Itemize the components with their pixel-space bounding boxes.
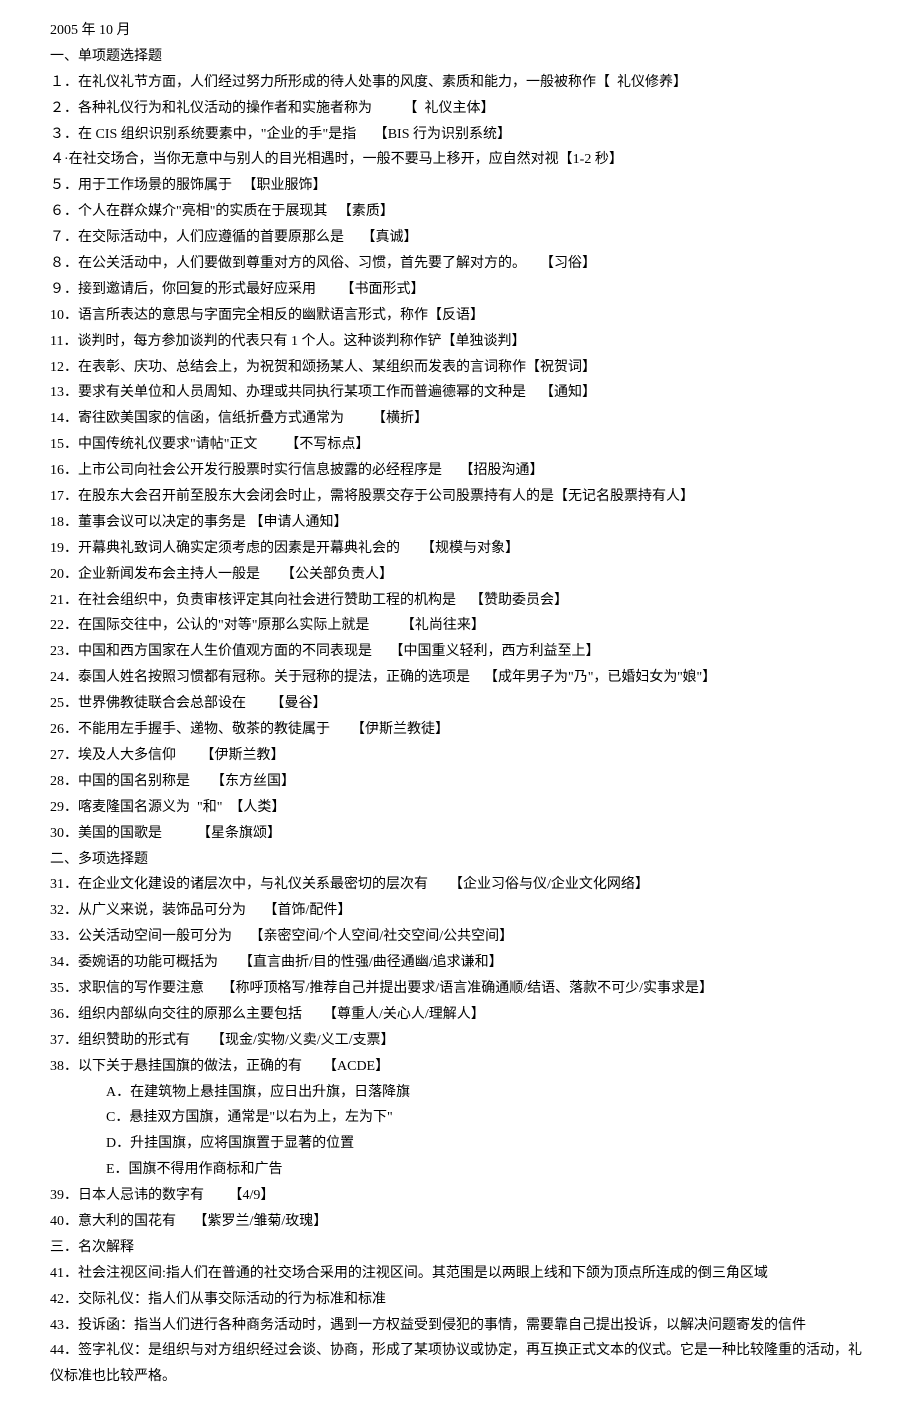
option-item: E．国旗不得用作商标和广告: [50, 1157, 870, 1183]
question-item: 32．从广义来说，装饰品可分为 【首饰/配件】: [50, 898, 870, 924]
explanation-item: 43．投诉函：指当人们进行各种商务活动时，遇到一方权益受到侵犯的事情，需要靠自己…: [50, 1313, 870, 1339]
question-item: ９．接到邀请后，你回复的形式最好应采用 【书面形式】: [50, 277, 870, 303]
question-item: ６．个人在群众媒介"亮相"的实质在于展现其 【素质】: [50, 199, 870, 225]
question-item: 29．喀麦隆国名源义为 "和" 【人类】: [50, 795, 870, 821]
question-item: 16．上市公司向社会公开发行股票时实行信息披露的必经程序是 【招股沟通】: [50, 458, 870, 484]
question-item: 27．埃及人大多信仰 【伊斯兰教】: [50, 743, 870, 769]
question-item: 15．中国传统礼仪要求"请帖"正文 【不写标点】: [50, 432, 870, 458]
question-item: 28．中国的国名别称是 【东方丝国】: [50, 769, 870, 795]
option-item: A．在建筑物上悬挂国旗，应日出升旗，日落降旗: [50, 1080, 870, 1106]
question-item: 25．世界佛教徒联合会总部设在 【曼谷】: [50, 691, 870, 717]
question-item: 12．在表彰、庆功、总结会上，为祝贺和颂扬某人、某组织而发表的言词称作【祝贺词】: [50, 355, 870, 381]
question-item: ４·在社交场合，当你无意中与别人的目光相遇时，一般不要马上移开，应自然对视【1-…: [50, 147, 870, 173]
question-item: ７．在交际活动中，人们应遵循的首要原那么是 【真诚】: [50, 225, 870, 251]
question-item: 37．组织赞助的形式有 【现金/实物/义卖/义工/支票】: [50, 1028, 870, 1054]
question-item: 14．寄往欧美国家的信函，信纸折叠方式通常为 【横折】: [50, 406, 870, 432]
explanation-item: 41．社会注视区间:指人们在普通的社交场合采用的注视区间。其范围是以两眼上线和下…: [50, 1261, 870, 1287]
document-date: 2005 年 10 月: [50, 18, 870, 44]
option-item: D．升挂国旗，应将国旗置于显著的位置: [50, 1131, 870, 1157]
question-item: 39．日本人忌讳的数字有 【4/9】: [50, 1183, 870, 1209]
question-item: 24．泰国人姓名按照习惯都有冠称。关于冠称的提法，正确的选项是 【成年男子为"乃…: [50, 665, 870, 691]
question-item: ８．在公关活动中，人们要做到尊重对方的风俗、习惯，首先要了解对方的。 【习俗】: [50, 251, 870, 277]
question-item: 40．意大利的国花有 【紫罗兰/雏菊/玫瑰】: [50, 1209, 870, 1235]
question-item: 31．在企业文化建设的诸层次中，与礼仪关系最密切的层次有 【企业习俗与仪/企业文…: [50, 872, 870, 898]
question-item: 10．语言所表达的意思与字面完全相反的幽默语言形式，称作【反语】: [50, 303, 870, 329]
question-item: 13．要求有关单位和人员周知、办理或共同执行某项工作而普遍德幂的文种是 【通知】: [50, 380, 870, 406]
question-item: ５．用于工作场景的服饰属于 【职业服饰】: [50, 173, 870, 199]
question-item: 35．求职信的写作要注意 【称呼顶格写/推荐自己并提出要求/语言准确通顺/结语、…: [50, 976, 870, 1002]
question-item: 17．在股东大会召开前至股东大会闭会时止，需将股票交存于公司股票持有人的是【无记…: [50, 484, 870, 510]
question-item: 34．委婉语的功能可概括为 【直言曲折/目的性强/曲径通幽/追求谦和】: [50, 950, 870, 976]
question-item: 19．开幕典礼致词人确实定须考虑的因素是开幕典礼会的 【规模与对象】: [50, 536, 870, 562]
question-item: ２．各种礼仪行为和礼仪活动的操作者和实施者称为 【 礼仪主体】: [50, 96, 870, 122]
section-1-title: 一、单项题选择题: [50, 44, 870, 70]
question-item: ３．在 CIS 组织识别系统要素中，"企业的手"是指 【BIS 行为识别系统】: [50, 122, 870, 148]
question-item: 36．组织内部纵向交往的原那么主要包括 【尊重人/关心人/理解人】: [50, 1002, 870, 1028]
question-item: 11．谈判时，每方参加谈判的代表只有 1 个人。这种谈判称作铲【单独谈判】: [50, 329, 870, 355]
question-item: 21．在社会组织中，负责审核评定其向社会进行赞助工程的机构是 【赞助委员会】: [50, 588, 870, 614]
question-item: 33．公关活动空间一般可分为 【亲密空间/个人空间/社交空间/公共空间】: [50, 924, 870, 950]
question-item: 22．在国际交往中，公认的"对等"原那么实际上就是 【礼尚往来】: [50, 613, 870, 639]
question-item: 30．美国的国歌是 【星条旗颂】: [50, 821, 870, 847]
section-3-title: 三．名次解释: [50, 1235, 870, 1261]
explanation-item: 44．签字礼仪：是组织与对方组织经过会谈、协商，形成了某项协议或协定，再互换正式…: [50, 1338, 870, 1390]
question-item: １．在礼仪礼节方面，人们经过努力所形成的待人处事的风度、素质和能力，一般被称作【…: [50, 70, 870, 96]
question-item: 23．中国和西方国家在人生价值观方面的不同表现是 【中国重义轻利，西方利益至上】: [50, 639, 870, 665]
question-item: 26．不能用左手握手、递物、敬茶的教徒属于 【伊斯兰教徒】: [50, 717, 870, 743]
question-item: 20．企业新闻发布会主持人一般是 【公关部负责人】: [50, 562, 870, 588]
question-item: 18．董事会议可以决定的事务是 【申请人通知】: [50, 510, 870, 536]
section-2-title: 二、多项选择题: [50, 847, 870, 873]
option-item: C．悬挂双方国旗，通常是"以右为上，左为下": [50, 1105, 870, 1131]
question-item: 38．以下关于悬挂国旗的做法，正确的有 【ACDE】: [50, 1054, 870, 1080]
explanation-item: 42．交际礼仪：指人们从事交际活动的行为标准和标准: [50, 1287, 870, 1313]
